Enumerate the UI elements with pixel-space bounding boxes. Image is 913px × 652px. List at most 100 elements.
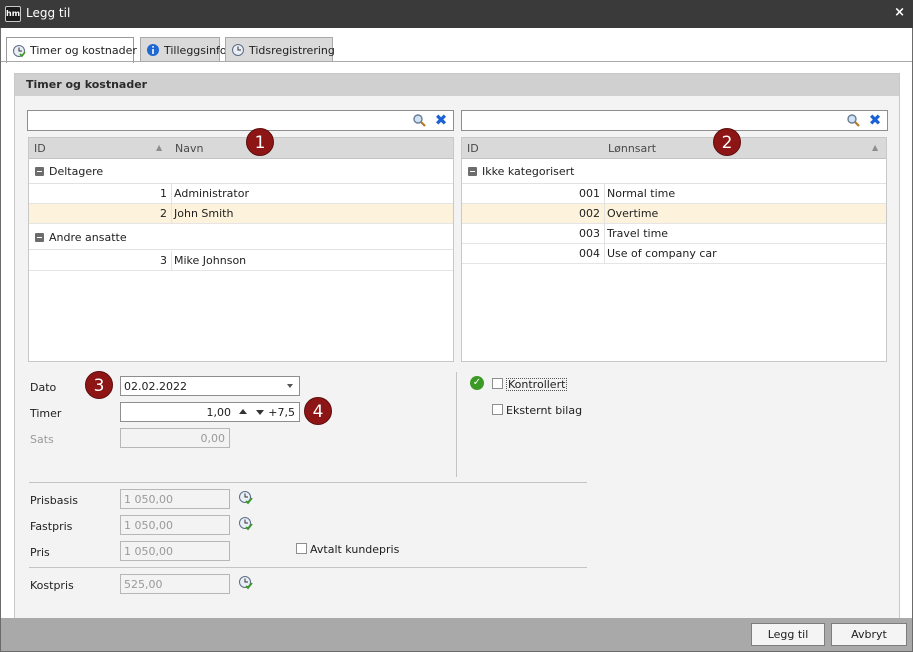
search-icon[interactable]: [846, 113, 861, 128]
clear-search-icon[interactable]: ✖: [433, 112, 449, 128]
table-row[interactable]: 001 Normal time: [462, 184, 886, 204]
cell-divider: [171, 184, 172, 204]
dialog-footer: Legg til Avbryt: [1, 618, 912, 651]
search-icon[interactable]: [412, 113, 427, 128]
tab-divider: [1, 61, 912, 62]
left-search-box: ✖: [27, 110, 454, 131]
collapse-icon[interactable]: [468, 167, 477, 176]
table-row[interactable]: 1 Administrator: [29, 184, 453, 204]
group-row-andre-ansatte[interactable]: Andre ansatte: [29, 225, 453, 250]
group-row-ikke-kategorisert[interactable]: Ikke kategorisert: [462, 159, 886, 184]
sort-asc-icon: ▲: [872, 143, 879, 152]
dato-date-picker[interactable]: 02.02.2022: [120, 376, 300, 396]
avbryt-button[interactable]: Avbryt: [831, 623, 907, 646]
avtalt-kundepris-label[interactable]: Avtalt kundepris: [310, 543, 399, 556]
annotation-badge-1: 1: [246, 128, 274, 156]
kontrollert-label[interactable]: Kontrollert: [506, 378, 568, 391]
panel-title: Timer og kostnader: [15, 74, 899, 96]
annotation-badge-4: 4: [304, 397, 332, 425]
group-label: Andre ansatte: [49, 231, 127, 244]
participants-grid: ID ▲ Navn Deltagere 1 Administrator 2 Jo…: [28, 137, 454, 362]
calculate-icon[interactable]: [238, 516, 254, 532]
table-row-selected[interactable]: 002 Overtime: [462, 204, 886, 224]
grid-header: ID Lønnsart ▲: [462, 138, 886, 159]
clear-search-icon[interactable]: ✖: [867, 112, 883, 128]
cell-divider: [604, 184, 605, 204]
tab-timer-og-kostnader[interactable]: Timer og kostnader: [6, 37, 137, 63]
cell-name: Administrator: [174, 187, 249, 200]
timer-step-value[interactable]: +7,5: [268, 406, 295, 419]
right-search-box: ✖: [461, 110, 888, 131]
pris-label: Pris: [30, 546, 50, 559]
timer-label: Timer: [30, 407, 62, 420]
collapse-icon[interactable]: [35, 167, 44, 176]
cell-divider: [604, 244, 605, 264]
column-header-id[interactable]: ID: [34, 142, 46, 155]
group-row-deltagere[interactable]: Deltagere: [29, 159, 453, 184]
kontrollert-checkbox[interactable]: [492, 378, 503, 389]
table-row[interactable]: 004 Use of company car: [462, 244, 886, 264]
tab-label: Timer og kostnader: [30, 44, 137, 57]
kostpris-value: 525,00: [124, 578, 163, 591]
group-label: Ikke kategorisert: [482, 165, 575, 178]
dialog-body: Timer og kostnader Tilleggsinfo Tidsregi…: [0, 28, 913, 652]
eksternt-bilag-label[interactable]: Eksternt bilag: [506, 404, 582, 417]
tab-tidsregistrering[interactable]: Tidsregistrering: [225, 37, 335, 62]
pris-field: 1 050,00: [120, 541, 230, 561]
right-search-input[interactable]: [465, 113, 835, 128]
cell-divider: [171, 204, 172, 224]
info-icon: [147, 44, 159, 56]
cell-id: 002: [579, 207, 600, 220]
dropdown-arrow-icon[interactable]: [287, 384, 293, 388]
avtalt-kundepris-checkbox[interactable]: [296, 543, 307, 554]
cell-name: Mike Johnson: [174, 254, 247, 267]
section-separator: [29, 567, 587, 568]
tab-label: Tidsregistrering: [249, 43, 335, 57]
dato-label: Dato: [30, 381, 57, 394]
collapse-icon[interactable]: [35, 233, 44, 242]
calculate-icon[interactable]: [238, 575, 254, 591]
timer-stepper[interactable]: 1,00 +7,5: [120, 402, 300, 422]
column-header-lonnsart[interactable]: Lønnsart: [608, 142, 656, 155]
legg-til-button[interactable]: Legg til: [751, 623, 825, 646]
cell-name: John Smith: [174, 207, 234, 220]
app-logo-icon: hm: [5, 6, 21, 22]
table-row-selected[interactable]: 2 John Smith: [29, 204, 453, 224]
prisbasis-value: 1 050,00: [124, 493, 173, 506]
cell-divider: [604, 224, 605, 244]
cell-id: 003: [579, 227, 600, 240]
left-search-input[interactable]: [31, 113, 401, 128]
annotation-badge-2: 2: [713, 128, 741, 156]
annotation-badge-3: 3: [85, 371, 113, 399]
step-up-icon[interactable]: [239, 409, 247, 414]
cell-id: 1: [160, 187, 167, 200]
timer-og-kostnader-panel: Timer og kostnader ✖ ✖ ID ▲ Navn Deltage…: [14, 73, 900, 639]
group-label: Deltagere: [49, 165, 104, 178]
eksternt-bilag-checkbox[interactable]: [492, 404, 503, 415]
kostpris-field: 525,00: [120, 574, 230, 594]
cell-id: 2: [160, 207, 167, 220]
column-header-navn[interactable]: Navn: [175, 142, 203, 155]
column-header-id[interactable]: ID: [467, 142, 479, 155]
table-row[interactable]: 3 Mike Johnson: [29, 251, 453, 271]
table-row[interactable]: 003 Travel time: [462, 224, 886, 244]
cell-id: 3: [160, 254, 167, 267]
cell-id: 001: [579, 187, 600, 200]
prisbasis-label: Prisbasis: [30, 494, 78, 507]
calculate-icon[interactable]: [238, 490, 254, 506]
timer-value: 1,00: [206, 406, 232, 419]
cell-id: 004: [579, 247, 600, 260]
sats-field: 0,00: [120, 428, 230, 448]
cell-name: Travel time: [607, 227, 669, 240]
clock-icon: [232, 44, 244, 56]
step-down-icon[interactable]: [256, 410, 264, 415]
cell-name: Normal time: [607, 187, 676, 200]
tab-tilleggsinfo[interactable]: Tilleggsinfo: [140, 37, 227, 62]
close-icon[interactable]: ×: [894, 5, 905, 20]
fastpris-label: Fastpris: [30, 520, 73, 533]
fastpris-value: 1 050,00: [124, 519, 173, 532]
clock-check-icon: [13, 44, 26, 57]
wage-types-grid: ID Lønnsart ▲ Ikke kategorisert 001 Norm…: [461, 137, 887, 362]
window-title: Legg til: [26, 6, 71, 20]
section-divider: [456, 372, 457, 477]
